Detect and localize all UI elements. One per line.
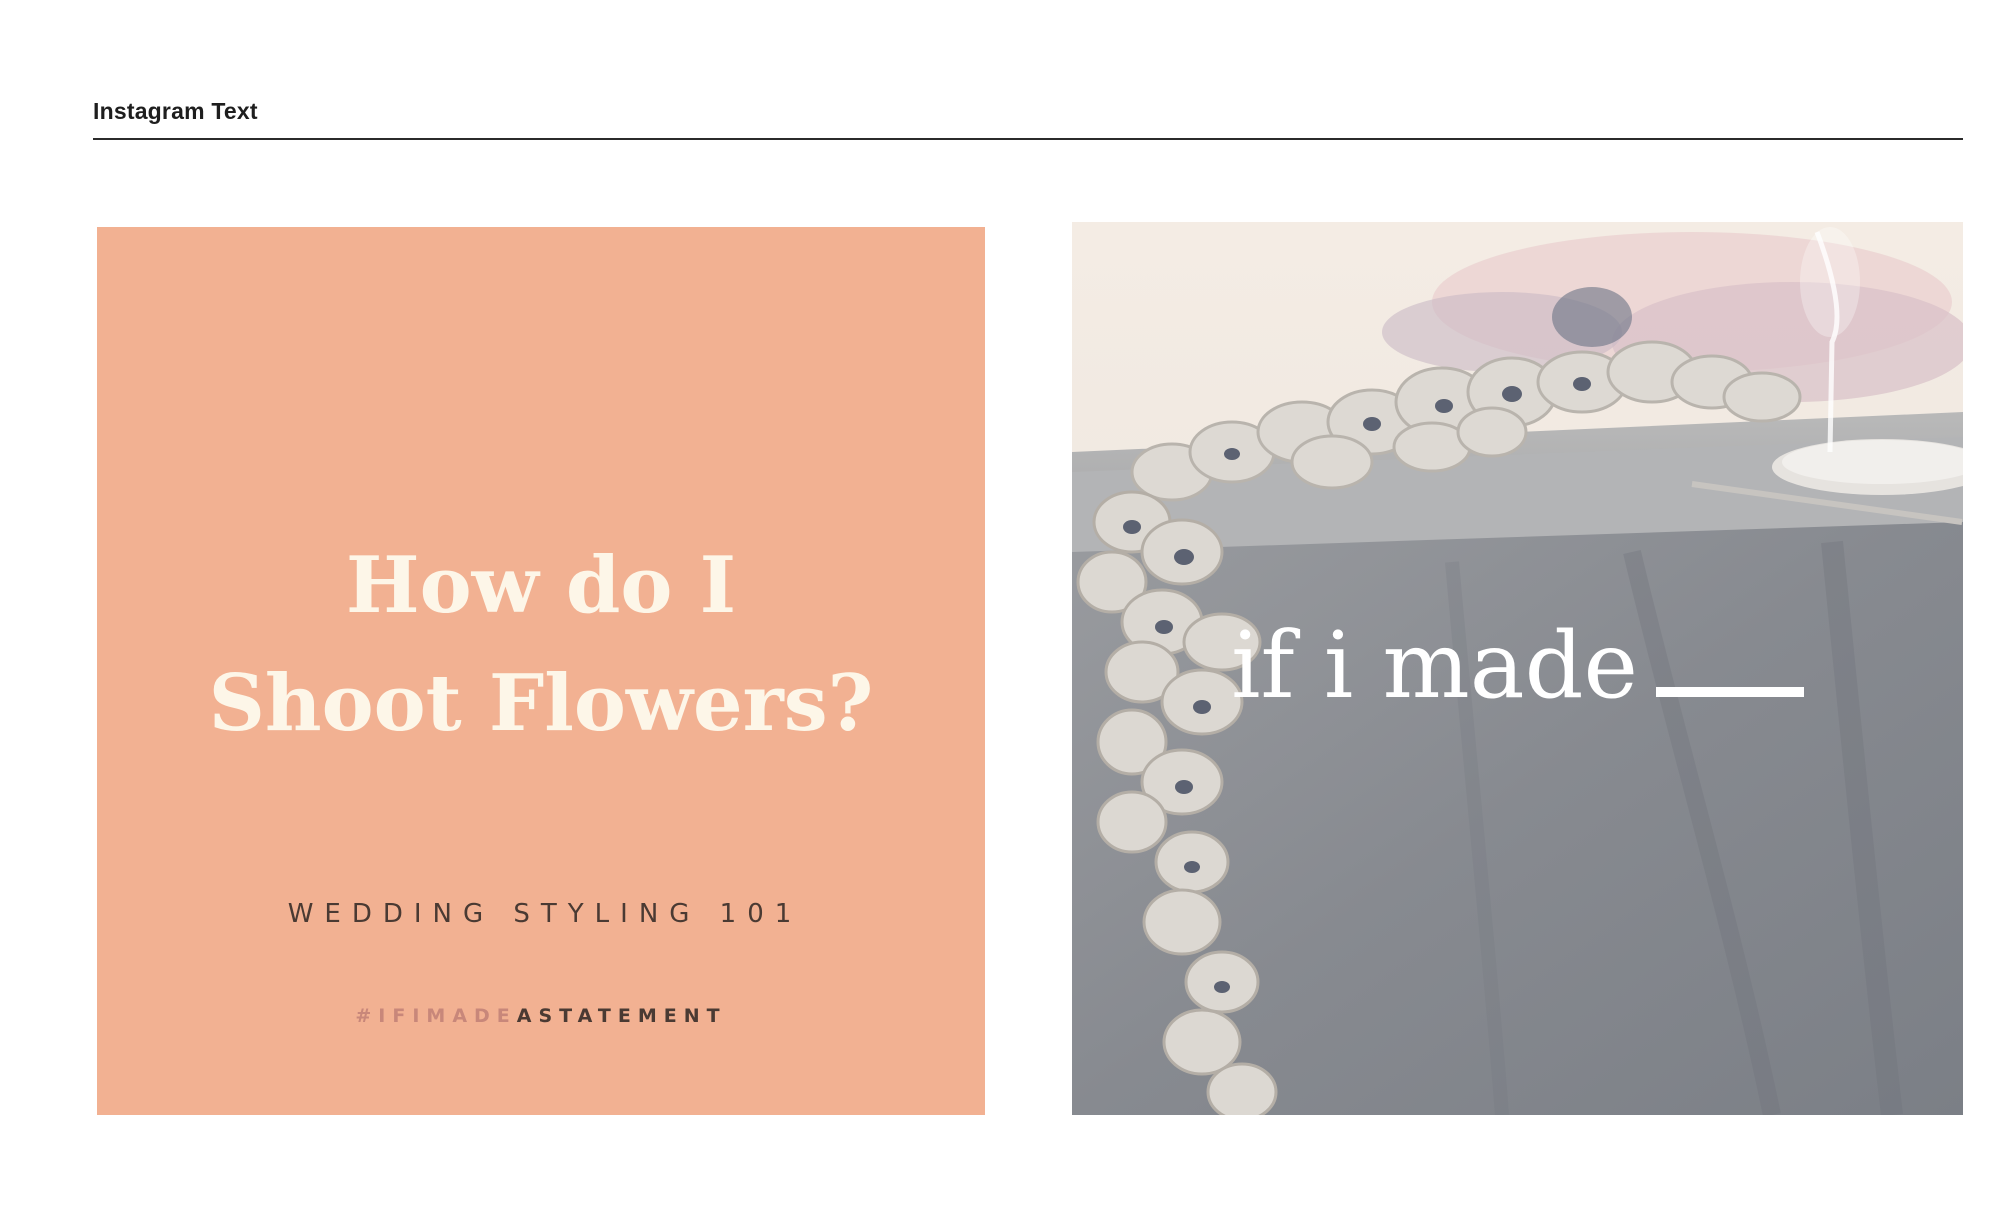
hashtag-suffix: ASTATEMENT xyxy=(516,1005,727,1027)
card-subhead: WEDDING STYLING 101 xyxy=(287,899,803,929)
instagram-card-photo: if i made xyxy=(1072,222,1963,1115)
blank-underline xyxy=(1655,687,1804,697)
overlay-text: if i made xyxy=(1072,612,1963,719)
card-hashtag: #IFIMADEASTATEMENT xyxy=(97,1005,985,1027)
card-headline: How do I Shoot Flowers? xyxy=(97,527,985,763)
overlay-text-words: if i made xyxy=(1231,612,1638,719)
section-header: Instagram Text xyxy=(93,98,1963,140)
section-title: Instagram Text xyxy=(93,98,258,124)
headline-line-2: Shoot Flowers? xyxy=(208,658,874,749)
instagram-card-flowers: How do I Shoot Flowers? WEDDING STYLING … xyxy=(97,227,985,1115)
hashtag-prefix: #IFIMADE xyxy=(355,1005,517,1027)
headline-line-1: How do I xyxy=(345,540,737,631)
